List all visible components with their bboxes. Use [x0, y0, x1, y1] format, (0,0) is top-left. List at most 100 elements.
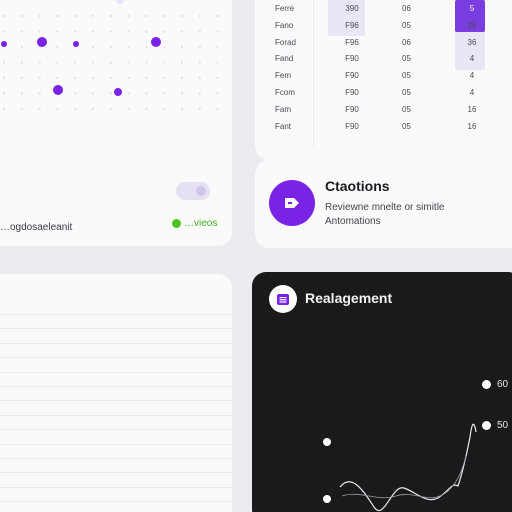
- rule-line: [0, 458, 232, 459]
- grid-dot: [74, 61, 77, 64]
- grid-dot: [2, 107, 6, 111]
- grid-dot: [20, 61, 23, 64]
- table-cell: 05: [402, 20, 411, 30]
- grid-dot: [163, 14, 166, 18]
- rule-line: [0, 486, 232, 488]
- grid-dot: [198, 92, 201, 95]
- grid-dot: [2, 30, 6, 33]
- grid-dot: [56, 45, 59, 49]
- grid-dot: [38, 14, 41, 18]
- highlight-dot: [73, 41, 79, 47]
- grid-dot: [145, 92, 148, 95]
- grid-dot: [109, 107, 113, 111]
- grid-dot: [216, 92, 219, 95]
- card-footer-label: …ogdosaeleanit: [0, 222, 73, 233]
- grid-dot: [216, 61, 219, 64]
- grid-dot: [198, 45, 201, 49]
- grid-dot: [127, 76, 130, 80]
- caption-card[interactable]: Ctaotions Reviewne mnelte or simitle Ant…: [255, 160, 512, 248]
- grid-dot: [2, 76, 6, 80]
- table-cell: Fano: [275, 20, 294, 30]
- grid-dot: [127, 45, 130, 49]
- grid-dot: [91, 30, 95, 33]
- grid-dot: [91, 14, 95, 18]
- series-line: [339, 423, 477, 511]
- highlight-dot: [37, 37, 47, 47]
- table-cell: 390: [345, 4, 359, 13]
- rule-line: [0, 328, 232, 330]
- table-card: Ferre 390 06 5 Fano F96 05 26 Forad F96 06 36 Fand F9…: [255, 0, 512, 160]
- grid-dot: [109, 30, 113, 33]
- rule-line: [0, 501, 232, 503]
- grid-dot: [198, 76, 201, 80]
- toggle-switch[interactable]: [176, 182, 210, 200]
- grid-dot: [163, 107, 166, 111]
- grid-dot: [91, 92, 95, 95]
- grid-dot: [163, 61, 166, 64]
- grid-dot: [91, 76, 95, 80]
- grid-dot: [91, 61, 95, 64]
- table-cell: 16: [467, 121, 477, 131]
- grid-dot: [145, 30, 148, 33]
- rule-line: [0, 314, 232, 315]
- grid-dot: [56, 107, 59, 111]
- table-row[interactable]: Fano F96 05 26: [255, 17, 512, 34]
- table-row[interactable]: Fam F90 05 16: [255, 101, 512, 118]
- table-row[interactable]: Forad F96 06 36: [255, 34, 512, 51]
- grid-dot: [56, 14, 59, 18]
- grid-dot: [198, 61, 201, 64]
- lined-card: [0, 274, 232, 512]
- line-chart: [323, 423, 477, 511]
- table-row[interactable]: Fand F90 05 4: [255, 50, 512, 67]
- dark-chart-card: Realagement 60 50: [252, 272, 512, 512]
- grid-dot: [74, 30, 77, 33]
- grid-dot: [2, 14, 6, 18]
- table-cell: 05: [402, 87, 411, 97]
- grid-dot: [198, 14, 201, 18]
- grid-dot: [127, 61, 130, 64]
- rule-line: [0, 357, 232, 359]
- table-row[interactable]: Fem F90 05 4: [255, 67, 512, 84]
- table-cell: 26: [467, 20, 477, 30]
- table-cell: F96: [345, 20, 359, 30]
- highlight-dot: [53, 85, 63, 95]
- grid-dot: [2, 61, 6, 64]
- grid-dot: [145, 76, 148, 80]
- grid-dot: [109, 61, 113, 64]
- grid-dot: [109, 76, 113, 80]
- table-row[interactable]: Fcom F90 05 4: [255, 84, 512, 101]
- table-cell: F90: [345, 104, 359, 114]
- grid-dot: [216, 107, 219, 111]
- rule-line: [0, 400, 232, 402]
- rule-line: [0, 386, 232, 387]
- grid-dot: [20, 76, 23, 80]
- grid-dot: [38, 107, 41, 111]
- grid-dot: [180, 61, 184, 64]
- grid-dot: [145, 45, 148, 49]
- table-cell: 16: [467, 104, 477, 114]
- grid-dot: [216, 45, 219, 49]
- table-cell: 5: [469, 4, 475, 13]
- highlight-dot: [1, 41, 7, 47]
- grid-dot: [127, 14, 130, 18]
- table-cell: Fam: [275, 104, 291, 114]
- grid-dot: [180, 76, 184, 80]
- grid-dot: [180, 92, 184, 95]
- rule-line: [0, 414, 232, 416]
- grid-dot: [180, 45, 184, 49]
- dot-matrix-card: …ogdosaeleanit …vieos: [0, 0, 232, 246]
- table-cell: Fant: [275, 121, 292, 131]
- grid-dot: [2, 92, 6, 95]
- chart-point: [323, 438, 331, 446]
- grid-dot: [56, 76, 59, 80]
- table-row[interactable]: Ferre 390 06 5: [255, 0, 512, 17]
- table-row[interactable]: Fant F90 05 16: [255, 118, 512, 135]
- data-table: Ferre 390 06 5 Fano F96 05 26 Forad F96 06 36 Fand F9…: [255, 0, 512, 148]
- send-arrow-icon[interactable]: [269, 180, 315, 226]
- status-dot-icon: [172, 219, 181, 228]
- table-cell: Fem: [275, 71, 291, 81]
- table-cell: F90: [345, 71, 359, 81]
- table-cell: Fand: [275, 54, 294, 64]
- grid-dot: [145, 61, 148, 64]
- grid-dot: [91, 45, 95, 49]
